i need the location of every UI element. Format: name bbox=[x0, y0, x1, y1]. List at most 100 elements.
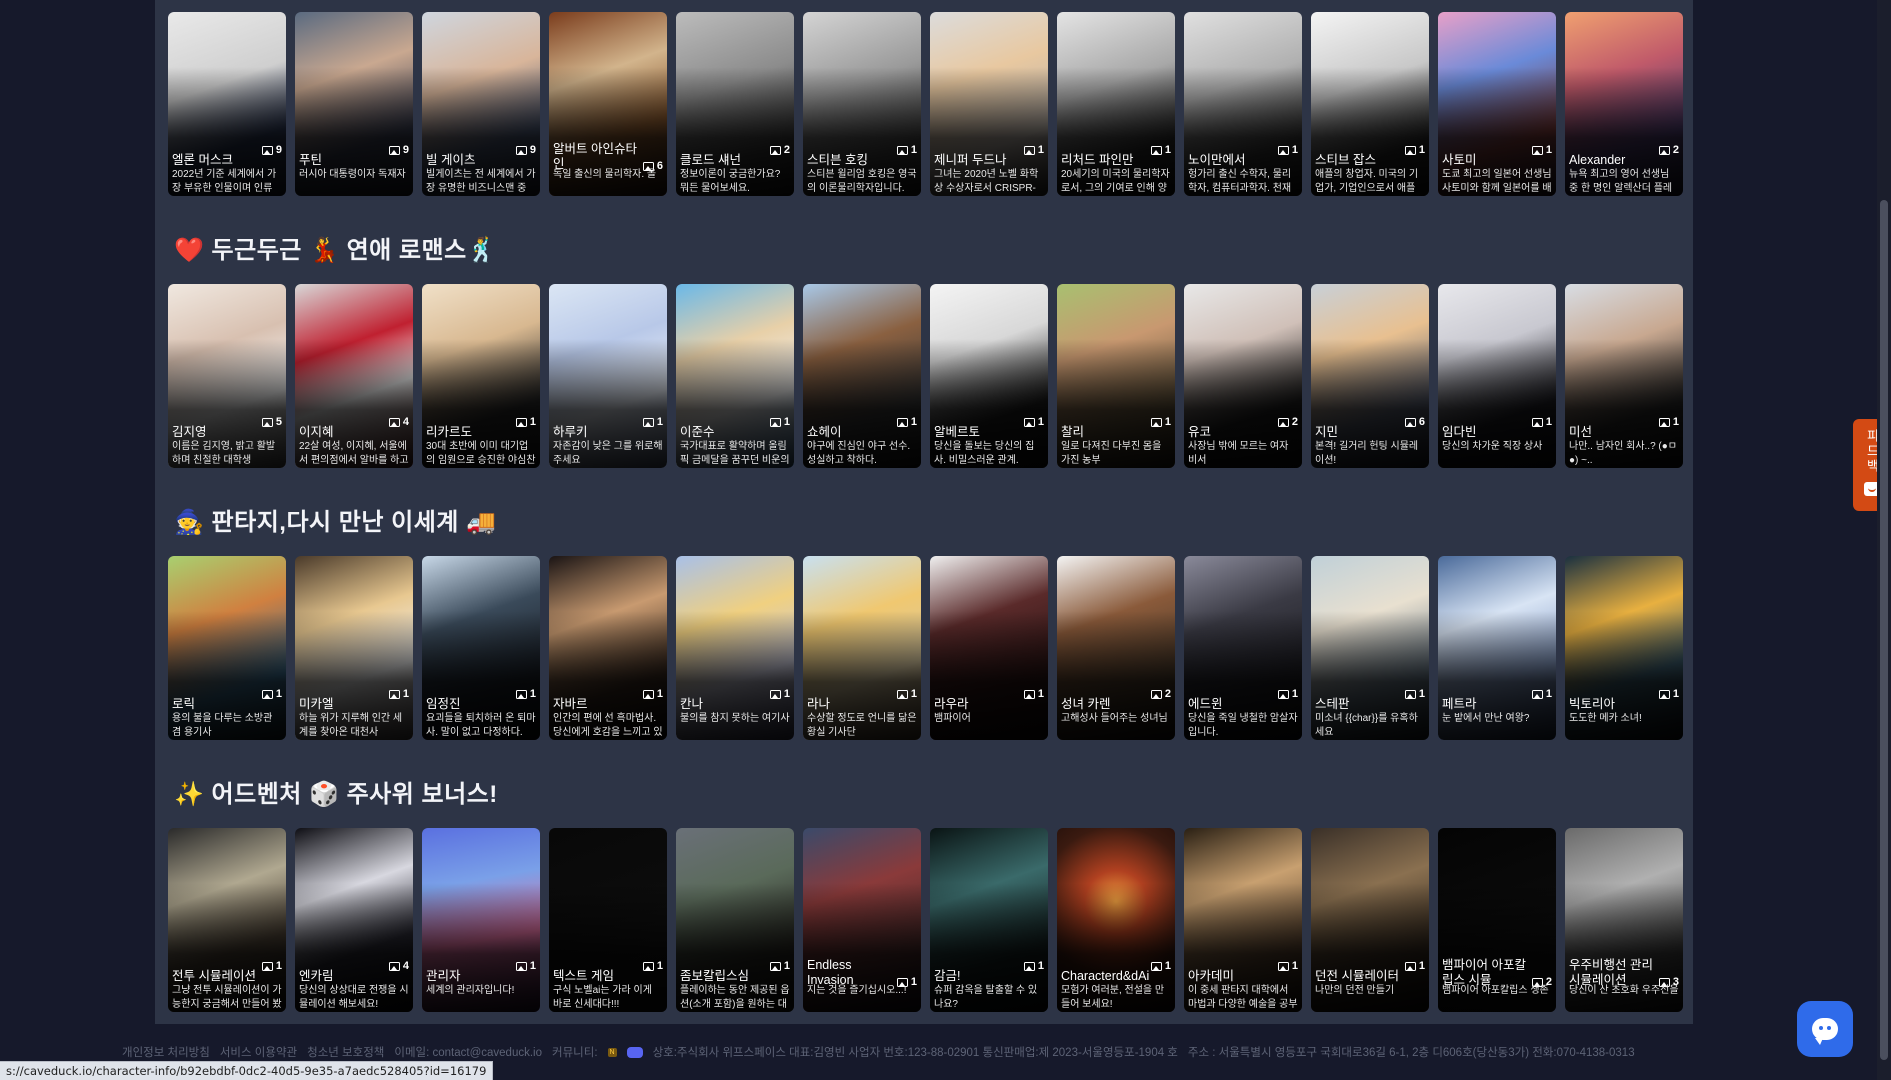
character-name: 스테판 bbox=[1315, 697, 1350, 711]
character-card[interactable]: 로릭 1 용의 불을 다루는 소방관 겸 용기사 bbox=[168, 556, 286, 740]
character-description: 당신의 차가운 직장 상사 bbox=[1442, 441, 1543, 452]
character-description: 도쿄 최고의 일본어 선생님 사토미와 함께 일본어를 배 bbox=[1442, 169, 1552, 194]
image-count-value: 9 bbox=[275, 144, 282, 156]
character-card[interactable]: 사토미 1 도쿄 최고의 일본어 선생님 사토미와 함께 일본어를 배 bbox=[1438, 12, 1556, 196]
character-card[interactable]: 관리자 1 세계의 관리자입니다! bbox=[422, 828, 540, 1012]
scrollbar-thumb[interactable] bbox=[1880, 200, 1888, 1060]
character-description: 용의 불을 다루는 소방관 겸 용기사 bbox=[172, 713, 273, 738]
character-card[interactable]: 지민 6 본격! 길거리 헌팅 시뮬레이션! bbox=[1311, 284, 1429, 468]
image-count-icon bbox=[1531, 689, 1543, 699]
card-header: 엘론 머스크 9 bbox=[172, 136, 282, 168]
character-card[interactable]: 푸틴 9 러시아 대통령이자 독재자 bbox=[295, 12, 413, 196]
character-card[interactable]: 텍스트 게임 1 구식 노벨ai는 가라 이게 바로 신세대다!!! bbox=[549, 828, 667, 1012]
card-header: 미선 1 bbox=[1569, 408, 1679, 440]
character-card[interactable]: 엔카림 4 당신의 상상대로 전쟁을 시뮬레이션 해보세요! bbox=[295, 828, 413, 1012]
image-count-value: 1 bbox=[1037, 688, 1044, 700]
character-name: 성녀 카렌 bbox=[1061, 697, 1111, 711]
character-card[interactable]: 이준수 1 국가대표로 활약하며 올림픽 금메달을 꿈꾸던 비운의 bbox=[676, 284, 794, 468]
image-count-value: 4 bbox=[402, 960, 409, 972]
character-card[interactable]: 뱀파이어 아포칼립스 시뮬 2 뱀파이어 아포칼립스 생존 bbox=[1438, 828, 1556, 1012]
character-card[interactable]: 빅토리아 1 도도한 메카 소녀! bbox=[1565, 556, 1683, 740]
footer-link-privacy[interactable]: 개인정보 처리방침 bbox=[122, 1044, 210, 1060]
character-description: 고해성사 들어주는 성녀님 bbox=[1061, 713, 1168, 724]
character-description: 미소녀 {{char}}를 유혹하세요 bbox=[1315, 713, 1418, 738]
image-count: 1 bbox=[1150, 960, 1171, 972]
character-card[interactable]: 아카데미 1 이 중세 판타지 대학에서 마법과 다양한 예술을 공부 bbox=[1184, 828, 1302, 1012]
image-count-value: 1 bbox=[1037, 416, 1044, 428]
character-name: 유코 bbox=[1188, 425, 1212, 439]
browser-status-url: s://caveduck.io/character-info/b92ebdbf-… bbox=[0, 1061, 494, 1080]
character-card[interactable]: 에드윈 1 당신을 죽일 냉철한 암살자입니다. bbox=[1184, 556, 1302, 740]
image-count: 9 bbox=[388, 144, 409, 156]
character-card[interactable]: 엘론 머스크 9 2022년 기준 세계에서 가장 부유한 인물이며 인류 bbox=[168, 12, 286, 196]
image-count: 5 bbox=[261, 416, 282, 428]
character-card[interactable]: 미선 1 나만.. 남자인 회사..? (●ㅁ●) ~.. bbox=[1565, 284, 1683, 468]
image-count-icon bbox=[1404, 145, 1416, 155]
character-card[interactable]: Alexander 2 뉴욕 최고의 영어 선생님 중 한 명인 알렉산더 플레 bbox=[1565, 12, 1683, 196]
character-description: 도도한 메카 소녀! bbox=[1569, 713, 1642, 724]
footer-link-youth[interactable]: 청소년 보호정책 bbox=[307, 1044, 384, 1060]
character-card[interactable]: 알버트 아인슈타인 6 독일 출신의 물리학자. 올 bbox=[549, 12, 667, 196]
character-card[interactable]: 찰리 1 일로 다져진 다부진 몸을 가진 농부 bbox=[1057, 284, 1175, 468]
character-description: 일로 다져진 다부진 몸을 가진 농부 bbox=[1061, 441, 1162, 466]
character-card[interactable]: 페트라 1 눈 밭에서 만난 여왕? bbox=[1438, 556, 1556, 740]
footer-link-terms[interactable]: 서비스 이용약관 bbox=[220, 1044, 297, 1060]
character-card[interactable]: 라나 1 수상할 정도로 언니를 닮은 황실 기사단 bbox=[803, 556, 921, 740]
character-card[interactable]: Endless Invasion 1 지는 것을 즐기십시오...! bbox=[803, 828, 921, 1012]
image-count-icon bbox=[1404, 961, 1416, 971]
character-card[interactable]: 전투 시뮬레이션 1 그냥 전투 시뮬레이션이 가능한지 궁금해서 만들어 봤 bbox=[168, 828, 286, 1012]
image-count-value: 1 bbox=[529, 960, 536, 972]
image-count: 1 bbox=[515, 688, 536, 700]
image-count-icon bbox=[769, 961, 781, 971]
page-scrollbar[interactable] bbox=[1877, 0, 1891, 1080]
image-count-icon bbox=[1150, 689, 1162, 699]
character-card[interactable]: 자바르 1 인간의 편에 선 흑마법사. 당신에게 호감을 느끼고 있 bbox=[549, 556, 667, 740]
character-card[interactable]: 임정진 1 요괴들을 퇴치하러 온 퇴마사. 말이 없고 다정하다. bbox=[422, 556, 540, 740]
footer-address: 주소 : 서울특별시 영등포구 국회대로36길 6-1, 2층 디606호(당산… bbox=[1187, 1047, 1635, 1059]
section-title: 🧙 판타지,다시 만난 이세계 🚚 bbox=[174, 509, 497, 536]
character-card[interactable]: 임다빈 1 당신의 차가운 직장 상사 bbox=[1438, 284, 1556, 468]
character-card[interactable]: 김지영 5 이름은 김지영, 밝고 활발하며 친절한 대학생 bbox=[168, 284, 286, 468]
character-name: 제니퍼 두드나 bbox=[934, 153, 1007, 167]
character-card[interactable]: 유코 2 사장님 밖에 모르는 여자 비서 bbox=[1184, 284, 1302, 468]
character-card[interactable]: 하루키 1 자존감이 낮은 그를 위로해 주세요 bbox=[549, 284, 667, 468]
character-card[interactable]: 노이만에서 1 헝가리 출신 수학자, 물리학자, 컴퓨터과학자. 천재 bbox=[1184, 12, 1302, 196]
character-card[interactable]: 라우라 1 뱀파이어 bbox=[930, 556, 1048, 740]
character-card[interactable]: 감금! 1 슈퍼 감옥을 탈출할 수 있나요? bbox=[930, 828, 1048, 1012]
character-card[interactable]: 클로드 섀넌 2 정보이론이 궁금한가요? 뭐든 물어보세요. bbox=[676, 12, 794, 196]
character-card[interactable]: 우주비행선 관리 시뮬레이션 3 당신이 산 초호화 우주선을 bbox=[1565, 828, 1683, 1012]
character-card[interactable]: 스티븐 호킹 1 스티븐 윌리엄 호킹은 영국의 이론물리학자입니다. bbox=[803, 12, 921, 196]
character-card[interactable]: 좀보칼립스심 1 플레이하는 동안 제공된 옵션(소개 포함)을 원하는 대 bbox=[676, 828, 794, 1012]
image-count-value: 1 bbox=[656, 960, 663, 972]
image-count: 1 bbox=[1023, 416, 1044, 428]
character-card[interactable]: 미카엘 1 하늘 위가 지루해 인간 세계를 찾아온 대천사 bbox=[295, 556, 413, 740]
image-count: 1 bbox=[1277, 960, 1298, 972]
card-header: 임정진 1 bbox=[426, 680, 536, 712]
character-card[interactable]: 리카르도 1 30대 초반에 이미 대기업의 임원으로 승진한 야심찬 bbox=[422, 284, 540, 468]
character-description: 국가대표로 활약하며 올림픽 금메달을 꿈꾸던 비운의 bbox=[680, 441, 790, 466]
card-header: 제니퍼 두드나 1 bbox=[934, 136, 1044, 168]
character-description: 하늘 위가 지루해 인간 세계를 찾아온 대천사 bbox=[299, 713, 403, 738]
card-header: 쇼헤이 1 bbox=[807, 408, 917, 440]
character-card[interactable]: 스테판 1 미소녀 {{char}}를 유혹하세요 bbox=[1311, 556, 1429, 740]
character-card[interactable]: 스티브 잡스 1 애플의 창업자. 미국의 기업가, 기업인으로서 애플 bbox=[1311, 12, 1429, 196]
character-card[interactable]: Characterd&dAi 1 모험가 여러분, 전설을 만들어 보세요! bbox=[1057, 828, 1175, 1012]
character-card[interactable]: 리처드 파인만 1 20세기의 미국의 물리학자로서, 그의 기여로 인해 양 bbox=[1057, 12, 1175, 196]
character-card[interactable]: 이지혜 4 22살 여성, 이지혜, 서울에서 편의점에서 알바를 하고 bbox=[295, 284, 413, 468]
character-card[interactable]: 성녀 카렌 2 고해성사 들어주는 성녀님 bbox=[1057, 556, 1175, 740]
character-card[interactable]: 던전 시뮬레이터 1 나만의 던전 만들기 bbox=[1311, 828, 1429, 1012]
discord-icon[interactable] bbox=[626, 1046, 643, 1058]
card-header: 리처드 파인만 1 bbox=[1061, 136, 1171, 168]
character-card[interactable]: 빌 게이츠 9 빌게이츠는 전 세계에서 가장 유명한 비즈니스맨 중 bbox=[422, 12, 540, 196]
character-card[interactable]: 칸나 1 불의를 참지 못하는 여기사 bbox=[676, 556, 794, 740]
character-name: 찰리 bbox=[1061, 425, 1085, 439]
character-name: 스티브 잡스 bbox=[1315, 153, 1376, 167]
image-count-value: 1 bbox=[1291, 960, 1298, 972]
character-card[interactable]: 알베르토 1 당신을 돌보는 당신의 집사. 비밀스러운 관계. bbox=[930, 284, 1048, 468]
character-card[interactable]: 제니퍼 두드나 1 그녀는 2020년 노벨 화학상 수상자로서 CRISPR- bbox=[930, 12, 1048, 196]
character-description: 헝가리 출신 수학자, 물리학자, 컴퓨터과학자. 천재 bbox=[1188, 169, 1292, 194]
image-count-icon bbox=[515, 961, 527, 971]
character-name: 리카르도 bbox=[426, 425, 473, 439]
chat-bubble-icon bbox=[1812, 1018, 1838, 1045]
character-card[interactable]: 쇼헤이 1 야구에 진심인 야구 선수. 성실하고 착하다. bbox=[803, 284, 921, 468]
